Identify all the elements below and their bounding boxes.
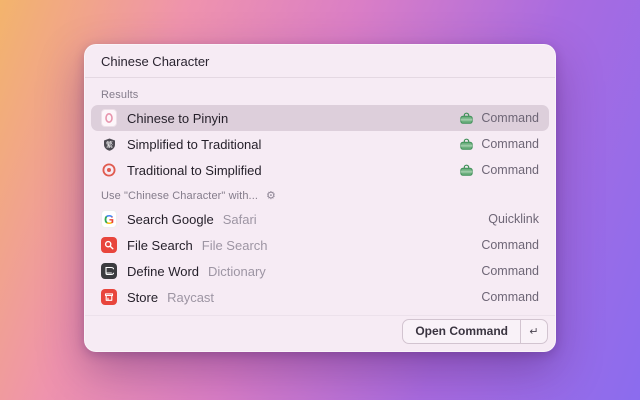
list-item[interactable]: File Search File Search Command xyxy=(91,232,549,258)
traditional-icon: 繁 xyxy=(101,136,117,152)
list-item-type-label: Command xyxy=(481,264,539,278)
list-item-type-label: Command xyxy=(481,238,539,252)
list-item-type-label: Command xyxy=(481,111,539,125)
search-input-value: Chinese Character xyxy=(101,53,210,69)
list-item-subtitle: Raycast xyxy=(167,289,215,305)
list-item-title: Simplified to Traditional xyxy=(127,136,262,152)
list-item-type-label: Command xyxy=(481,290,539,304)
list-section: Use "Chinese Character" with... ⚙ G Sear… xyxy=(91,183,549,310)
desktop: { "window": { "search": { "value": "Chin… xyxy=(0,0,640,400)
list-item-title: Define Word xyxy=(127,263,200,279)
section-header: Results xyxy=(101,89,539,101)
open-command-button[interactable]: Open Command ↵ xyxy=(402,318,548,344)
list-item[interactable]: G Search Google Safari Quicklink xyxy=(91,206,549,232)
file-search-icon xyxy=(101,237,117,253)
google-g-icon: G xyxy=(101,210,117,228)
section-header-label: Use "Chinese Character" with... xyxy=(101,190,259,202)
command-badge-icon xyxy=(459,111,474,126)
gear-icon[interactable]: ⚙ xyxy=(266,190,276,202)
command-badge-icon xyxy=(459,137,474,152)
list-item-title: Traditional to Simplified xyxy=(127,162,262,178)
return-key-icon: ↵ xyxy=(520,319,547,343)
list-item-title: File Search xyxy=(127,237,193,253)
list-item-type-label: Quicklink xyxy=(488,212,539,226)
list-item[interactable]: Chinese to Pinyin Command xyxy=(91,105,549,131)
list-item-title: Chinese to Pinyin xyxy=(127,110,229,126)
list-item[interactable]: 繁 Simplified to Traditional Command xyxy=(91,131,549,157)
list-item-subtitle: Dictionary xyxy=(208,263,266,279)
list-item[interactable]: Define Word Dictionary Command xyxy=(91,258,549,284)
list-item[interactable]: Traditional to Simplified Command xyxy=(91,157,549,183)
open-command-label: Open Command xyxy=(415,324,508,338)
svg-text:繁: 繁 xyxy=(106,140,113,149)
list-item-title: Search Google xyxy=(127,211,214,227)
list-item-type-label: Command xyxy=(481,163,539,177)
footer: Open Command ↵ xyxy=(85,315,555,351)
store-icon xyxy=(101,289,117,305)
simplified-icon xyxy=(101,162,117,178)
list-item-title: Store xyxy=(127,289,159,305)
section-header-label: Results xyxy=(101,89,139,101)
list-item[interactable]: Store Raycast Command xyxy=(91,284,549,310)
command-badge-icon xyxy=(459,163,474,178)
list-section: Results Chinese to Pinyin Command 繁 Simp… xyxy=(91,82,549,183)
dictionary-icon xyxy=(101,263,117,279)
list-item-type-label: Command xyxy=(481,137,539,151)
results-list: Results Chinese to Pinyin Command 繁 Simp… xyxy=(85,78,555,315)
list-item-subtitle: Safari xyxy=(222,211,257,227)
section-header: Use "Chinese Character" with... ⚙ xyxy=(101,190,539,202)
raycast-window: Chinese Character Results Chinese to Pin… xyxy=(84,44,556,352)
list-item-subtitle: File Search xyxy=(201,237,268,253)
search-input[interactable]: Chinese Character xyxy=(85,45,555,78)
pinyin-icon xyxy=(101,109,117,127)
